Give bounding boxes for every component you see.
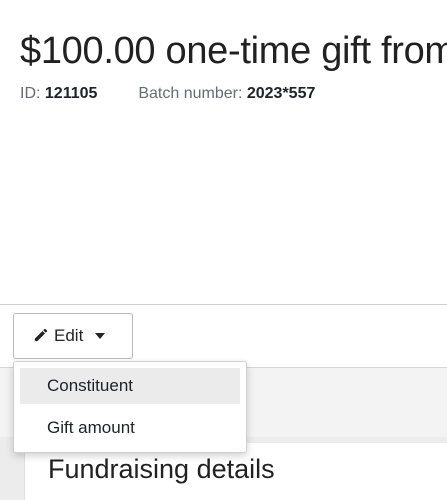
batch-number-label: Batch number: (138, 85, 243, 102)
caret-down-icon (95, 333, 106, 339)
id-label: ID: (20, 85, 41, 102)
menu-item-label: Constituent (47, 376, 133, 395)
edit-button[interactable]: Edit (13, 313, 133, 359)
fundraising-details-heading[interactable]: Fundraising details (48, 453, 275, 485)
menu-item-constituent[interactable]: Constituent (20, 368, 240, 404)
gift-meta-row: ID: 121105 Batch number: 2023*557 (20, 83, 315, 105)
batch-number-value: 2023*557 (246, 85, 316, 102)
edit-dropdown-menu: Constituent Gift amount (13, 361, 247, 453)
gift-record-page: $100.00 one-time gift from ID: 121105 Ba… (0, 0, 447, 500)
id-value: 121105 (44, 85, 98, 102)
menu-item-gift-amount[interactable]: Gift amount (20, 410, 240, 446)
header-divider (0, 304, 447, 305)
edit-button-label: Edit (54, 326, 84, 345)
pencil-icon (32, 328, 48, 344)
page-title: $100.00 one-time gift from (20, 30, 447, 72)
menu-item-label: Gift amount (47, 418, 135, 437)
